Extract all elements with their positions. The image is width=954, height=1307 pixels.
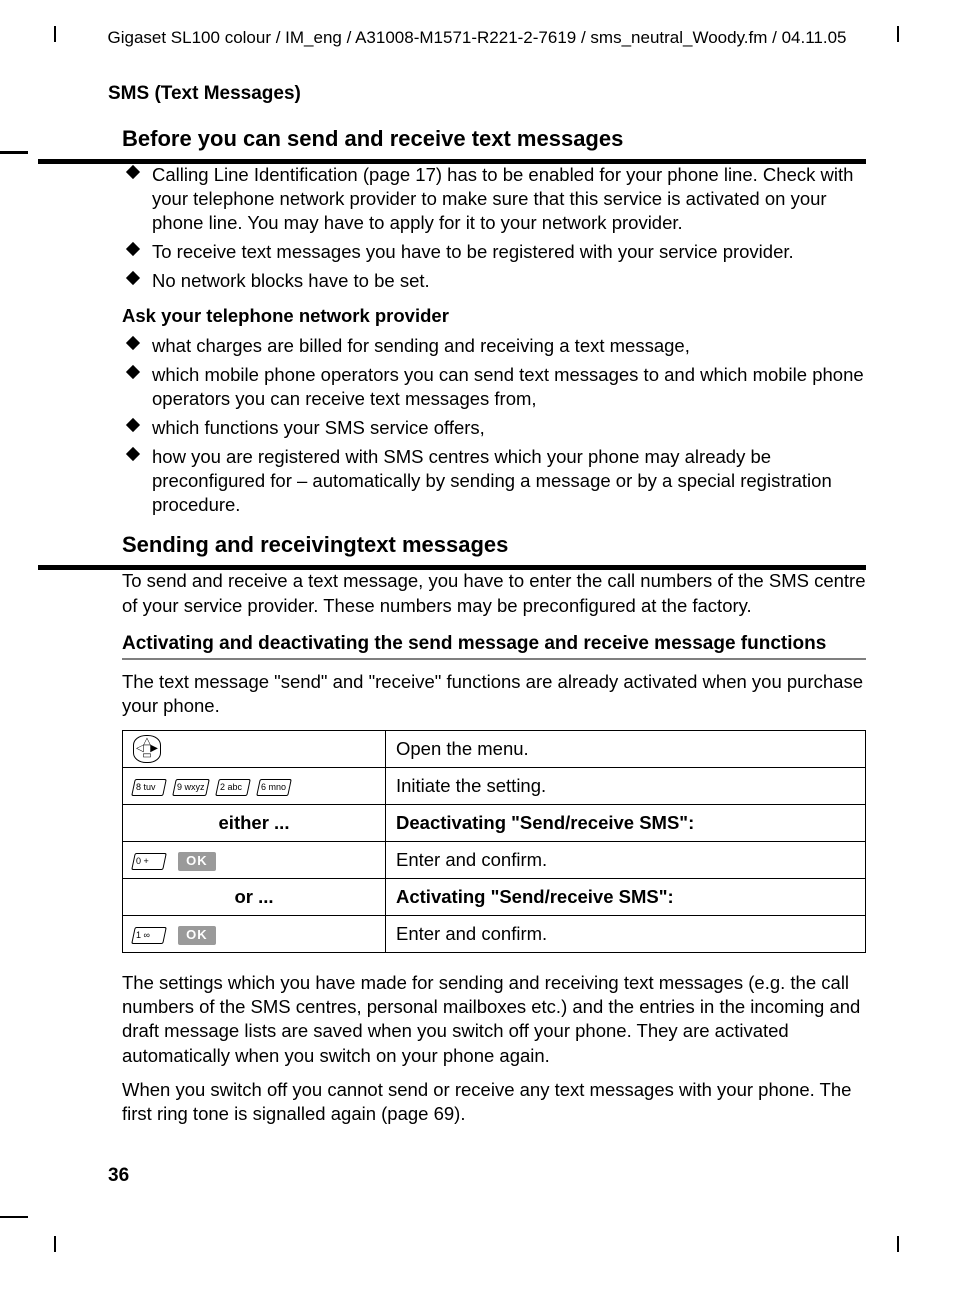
digit-key-icon: 6 mno <box>256 779 292 796</box>
diamond-bullet-icon <box>126 271 140 285</box>
diamond-bullet-icon <box>126 335 140 349</box>
activating-label: Activating "Send/receive SMS": <box>386 879 866 916</box>
section-label: SMS (Text Messages) <box>108 82 866 107</box>
prereq-list: Calling Line Identification (page 17) ha… <box>108 163 866 293</box>
digit-key-icon: 8 tuv <box>131 779 167 796</box>
nav-key-icon: △▭◁▶ <box>133 735 161 763</box>
desc-cell: Initiate the setting. <box>386 768 866 805</box>
either-label: either ... <box>123 805 386 842</box>
procedure-table: △▭◁▶ Open the menu. 8 tuv 9 wxyz 2 abc 6… <box>122 730 866 953</box>
heading-rule <box>38 565 866 570</box>
ask-provider-list: what charges are billed for sending and … <box>108 334 866 517</box>
crop-mark <box>0 151 28 154</box>
ask-provider-subheading: Ask your telephone network provider <box>122 304 866 328</box>
intro-paragraph: To send and receive a text message, you … <box>122 569 866 617</box>
document-page: Gigaset SL100 colour / IM_eng / A31008-M… <box>0 0 954 1307</box>
ok-button-icon: OK <box>178 852 216 871</box>
digit-key-icon: 0 + <box>131 853 167 870</box>
page-header: Gigaset SL100 colour / IM_eng / A31008-M… <box>82 28 872 48</box>
diamond-bullet-icon <box>126 447 140 461</box>
key-cell: 1 ∞ OK <box>123 916 386 953</box>
diamond-bullet-icon <box>126 418 140 432</box>
key-cell: △▭◁▶ <box>123 731 386 768</box>
crop-mark <box>54 26 56 42</box>
ok-button-icon: OK <box>178 926 216 945</box>
page-content: SMS (Text Messages) Before you can send … <box>108 82 866 1132</box>
table-row: 1 ∞ OK Enter and confirm. <box>123 916 866 953</box>
list-item: how you are registered with SMS centres … <box>108 445 866 517</box>
list-item: which mobile phone operators you can sen… <box>108 363 866 411</box>
desc-cell: Enter and confirm. <box>386 842 866 879</box>
diamond-bullet-icon <box>126 242 140 256</box>
after-paragraph-2: When you switch off you cannot send or r… <box>122 1078 866 1126</box>
key-cell: 0 + OK <box>123 842 386 879</box>
crop-mark <box>897 1236 899 1252</box>
list-item: To receive text messages you have to be … <box>108 240 866 264</box>
page-number: 36 <box>108 1165 129 1187</box>
heading-before-you-can-send: Before you can send and receive text mes… <box>122 125 866 154</box>
key-cell: 8 tuv 9 wxyz 2 abc 6 mno <box>123 768 386 805</box>
digit-key-icon: 1 ∞ <box>131 927 167 944</box>
heading-sending-receiving: Sending and receivingtext messages <box>122 531 866 560</box>
desc-cell: Enter and confirm. <box>386 916 866 953</box>
crop-mark <box>897 26 899 42</box>
list-item: Calling Line Identification (page 17) ha… <box>108 163 866 235</box>
table-row: or ... Activating "Send/receive SMS": <box>123 879 866 916</box>
table-row: either ... Deactivating "Send/receive SM… <box>123 805 866 842</box>
crop-mark <box>54 1236 56 1252</box>
table-row: 8 tuv 9 wxyz 2 abc 6 mno Initiate the se… <box>123 768 866 805</box>
table-row: 0 + OK Enter and confirm. <box>123 842 866 879</box>
deactivating-label: Deactivating "Send/receive SMS": <box>386 805 866 842</box>
diamond-bullet-icon <box>126 165 140 179</box>
subheading-activating: Activating and deactivating the send mes… <box>122 632 866 661</box>
list-item: what charges are billed for sending and … <box>108 334 866 358</box>
or-label: or ... <box>123 879 386 916</box>
after-paragraph-1: The settings which you have made for sen… <box>122 971 866 1067</box>
diamond-bullet-icon <box>126 365 140 379</box>
table-row: △▭◁▶ Open the menu. <box>123 731 866 768</box>
list-item: which functions your SMS service offers, <box>108 416 866 440</box>
list-item: No network blocks have to be set. <box>108 269 866 293</box>
digit-key-icon: 2 abc <box>215 779 251 796</box>
digit-key-icon: 9 wxyz <box>172 779 209 796</box>
intro2-paragraph: The text message "send" and "receive" fu… <box>122 670 866 718</box>
crop-mark <box>0 1216 28 1218</box>
desc-cell: Open the menu. <box>386 731 866 768</box>
